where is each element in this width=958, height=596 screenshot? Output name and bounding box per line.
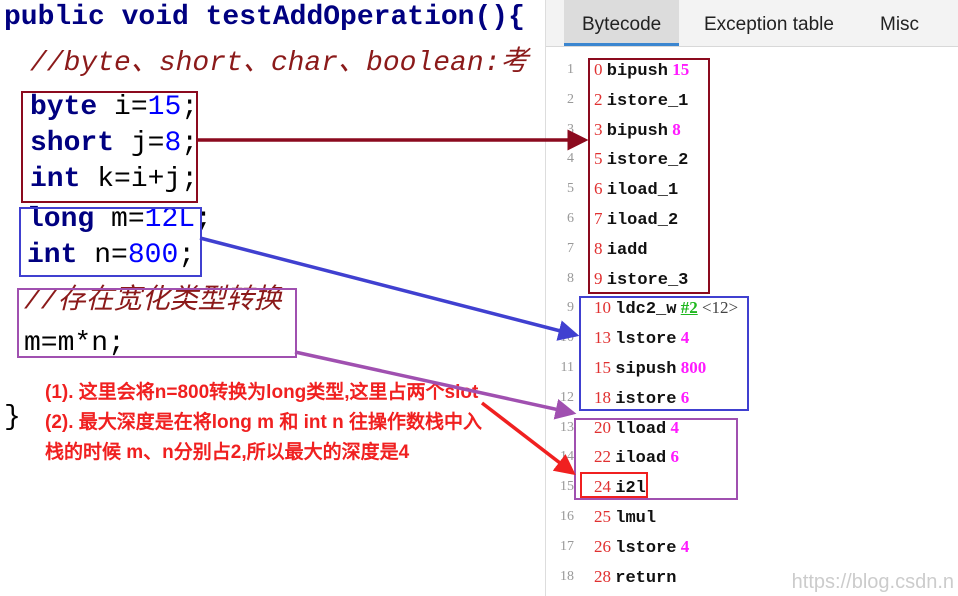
arrow-long-ops	[199, 236, 580, 341]
arrow-i2l	[480, 401, 576, 476]
arrow-mul	[294, 350, 577, 420]
arrows-layer	[196, 129, 589, 476]
